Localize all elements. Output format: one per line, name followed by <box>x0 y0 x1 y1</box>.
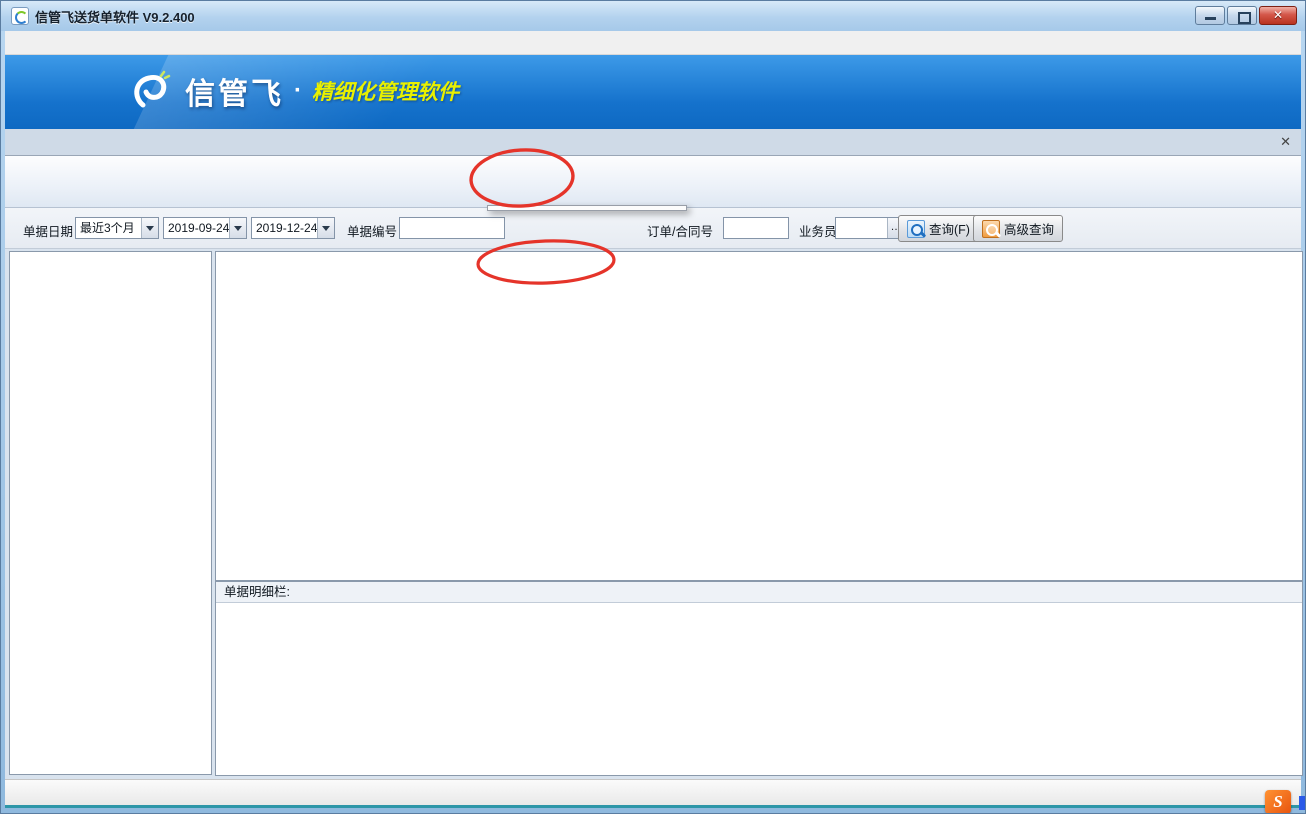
salesman-label: 业务员 <box>799 221 837 240</box>
brand-name: 信管飞 <box>185 69 284 113</box>
brand-dot: · <box>294 77 302 105</box>
date-from-select[interactable]: 2019-09-24 <box>163 217 247 239</box>
brand-logo-icon <box>125 69 175 113</box>
title-bar[interactable]: 信管飞送货单软件 V9.2.400 <box>1 1 1305 31</box>
order-no-input[interactable] <box>723 217 789 239</box>
banner: 信管飞 · 精细化管理软件 <box>5 55 1301 129</box>
date-to-value: 2019-12-24 <box>252 218 317 238</box>
delivery-order-grid[interactable] <box>215 251 1303 581</box>
order-no-label: 订单/合同号 <box>647 221 713 240</box>
app-logo-icon <box>11 7 29 25</box>
bill-no-input[interactable] <box>399 217 505 239</box>
detail-panel: 单据明细栏: <box>215 581 1303 776</box>
detail-grid[interactable] <box>216 603 1302 775</box>
close-button[interactable] <box>1259 6 1297 25</box>
menu-bar <box>5 31 1301 55</box>
restore-button[interactable] <box>1227 6 1257 25</box>
detail-panel-label: 单据明细栏: <box>216 582 1302 603</box>
advanced-query-button[interactable]: 高级查询 <box>973 215 1063 242</box>
date-range-select[interactable]: 最近3个月 <box>75 217 159 239</box>
date-from-value: 2019-09-24 <box>164 218 229 238</box>
brand: 信管飞 · 精细化管理软件 <box>125 69 459 113</box>
window-title: 信管飞送货单软件 V9.2.400 <box>35 7 195 26</box>
tab-bar: ✕ <box>5 129 1301 156</box>
brand-slogan: 精细化管理软件 <box>312 76 459 106</box>
tabbar-close-icon[interactable]: ✕ <box>1280 134 1291 150</box>
screenshot-watermark-icon: S <box>1265 790 1291 814</box>
workspace: 单据明细栏: <box>5 249 1301 779</box>
window-controls <box>1195 6 1297 25</box>
filter-bar: 单据日期 最近3个月 2019-09-24 2019-12-24 单据编号 订单… <box>5 208 1301 249</box>
bill-no-label: 单据编号 <box>347 221 397 240</box>
advanced-search-icon <box>982 220 1000 238</box>
toolbar <box>5 156 1301 208</box>
query-button-label: 查询(F) <box>929 219 970 238</box>
salesman-input[interactable] <box>836 218 887 238</box>
corner-chip <box>1299 796 1306 810</box>
status-bar <box>5 779 1301 808</box>
chevron-down-icon[interactable] <box>229 218 246 238</box>
search-icon <box>907 220 925 238</box>
date-to-select[interactable]: 2019-12-24 <box>251 217 335 239</box>
chevron-down-icon[interactable] <box>141 218 158 238</box>
date-range-value: 最近3个月 <box>76 218 141 238</box>
document-operations-menu <box>487 205 687 211</box>
filter-tree <box>9 251 212 775</box>
app-window: 信管飞送货单软件 V9.2.400 信管飞 · 精细化管理软件 ✕ 单据日期 最… <box>0 0 1306 814</box>
chevron-down-icon[interactable] <box>317 218 334 238</box>
salesman-field: … <box>835 217 905 239</box>
minimize-button[interactable] <box>1195 6 1225 25</box>
date-filter-label: 单据日期 <box>23 221 73 240</box>
query-button[interactable]: 查询(F) <box>898 215 979 242</box>
advanced-query-button-label: 高级查询 <box>1004 219 1054 238</box>
